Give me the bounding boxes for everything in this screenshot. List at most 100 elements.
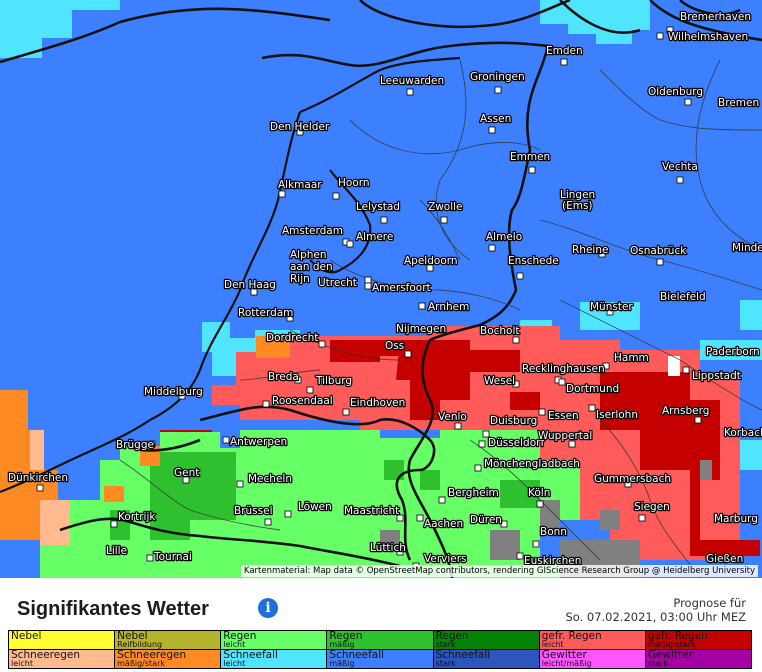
city-label-almere: Almere	[356, 231, 393, 243]
city-label-aachen: Aachen	[424, 518, 463, 530]
city-label-paderborn: Paderborn	[706, 346, 760, 358]
legend-sublabel: leicht	[541, 640, 564, 649]
city-label-emden: Emden	[546, 45, 583, 57]
weather-map[interactable]: Bremerhaven Wilhelmshaven Emden Oldenburg Br…	[0, 0, 762, 578]
city-marker-löwen	[284, 510, 292, 518]
page-title: Signifikantes Wetter	[17, 598, 209, 620]
city-marker-aachen	[416, 514, 424, 522]
city-marker-zwolle	[440, 216, 448, 224]
city-label-vechta: Vechta	[662, 161, 698, 173]
city-marker-leeuwarden	[406, 88, 414, 96]
city-marker-groningen	[494, 86, 502, 94]
city-marker-vechta	[676, 176, 684, 184]
city-label-antwerpen: Antwerpen	[230, 436, 287, 448]
city-label-siegen: Siegen	[634, 501, 670, 513]
legend-sublabel: leicht	[223, 640, 246, 649]
city-label-korbach: Korbach	[724, 427, 762, 439]
city-marker-lelystad	[380, 216, 388, 224]
city-marker-utrecht	[364, 276, 372, 284]
legend-sublabel: stark	[647, 659, 668, 668]
city-label-lille: Lille	[106, 545, 127, 557]
city-marker-alkmaar	[278, 190, 286, 198]
weather-legend: Nebel Nebel Reifbildung Regen leicht Regen…	[7, 630, 753, 669]
city-marker-brüssel	[264, 518, 272, 526]
city-label-tournai: Tournai	[153, 551, 192, 563]
legend-sublabel: leicht/mäßig	[541, 659, 592, 668]
city-label-iserlohn: Iserlohn	[596, 409, 638, 421]
city-label-middelburg: Middelburg	[144, 386, 203, 398]
city-label-alkmaar: Alkmaar	[278, 179, 322, 191]
city-label-venlo: Venlo	[438, 411, 467, 423]
city-label-almelo: Almelo	[486, 231, 522, 243]
city-marker-venlo	[454, 422, 462, 430]
city-label-arnhem: Arnhem	[428, 301, 469, 313]
city-label-bremen: Bremen	[718, 97, 759, 109]
city-label-lelystad: Lelystad	[356, 201, 400, 213]
legend-rain-moderate: Regen mäßig	[326, 630, 434, 650]
legend-sublabel: stark	[435, 659, 456, 668]
city-label-arnsberg: Arnsberg	[662, 405, 709, 417]
city-label-nijmegen: Nijmegen	[396, 323, 446, 335]
city-label-mönchengladbach: Mönchengladbach	[484, 458, 580, 470]
legend-rain-heavy: Regen stark	[432, 630, 540, 650]
legend-sleet-heavy: Schneeregen mäßig/stark	[114, 649, 222, 669]
city-label-dordrecht: Dordrecht	[266, 332, 318, 344]
city-label-lippstadt: Lippstadt	[692, 370, 741, 382]
city-label-roosendaal: Roosendaal	[272, 395, 333, 407]
city-marker-mecheln	[236, 480, 244, 488]
legend-sublabel: mäßig/stark	[117, 659, 165, 668]
legend-sublabel: stark	[435, 640, 456, 649]
city-marker-roosendaal	[262, 400, 270, 408]
city-label-brügge: Brügge	[116, 439, 154, 451]
city-label-hoorn: Hoorn	[338, 177, 370, 189]
city-marker-osnabrück	[656, 258, 664, 266]
city-label-duisburg: Duisburg	[490, 415, 537, 427]
city-marker-düsseldorf	[478, 440, 486, 448]
forecast-time: So. 07.02.2021, 03:00 Uhr MEZ	[565, 610, 746, 624]
city-label-wilhelmshaven: Wilhelmshaven	[668, 31, 748, 43]
city-label-aan-den: aan den	[290, 261, 333, 273]
legend-row-1: Nebel Nebel Reifbildung Regen leicht Regen…	[7, 630, 753, 650]
legend-sublabel: leicht	[223, 659, 246, 668]
legend-freezing-rain-heavy: gefr. Regen mäßig/stark	[644, 630, 753, 650]
legend-fog-rime: Nebel Reifbildung	[114, 630, 222, 650]
legend-fog: Nebel	[7, 630, 116, 650]
city-marker-iserlohn	[588, 404, 596, 412]
city-label-recklinghausen: Recklinghausen	[522, 363, 605, 375]
city-label-osnabrück: Osnabrück	[630, 245, 687, 257]
city-label-bergheim: Bergheim	[448, 487, 499, 499]
legend-sublabel: leicht	[11, 659, 33, 668]
city-label-mecheln: Mecheln	[248, 473, 292, 485]
city-marker-oss	[404, 350, 412, 358]
city-marker-almelo	[488, 244, 496, 252]
city-label-tilburg: Tilburg	[315, 375, 352, 387]
city-marker-dortmund	[558, 378, 566, 386]
info-icon[interactable]: i	[258, 598, 278, 618]
city-label-assen: Assen	[480, 113, 511, 125]
city-label-amersfoort: Amersfoort	[372, 282, 431, 294]
city-label-hamm: Hamm	[614, 352, 649, 364]
legend-sleet-light: Schneeregen leicht	[7, 649, 116, 669]
footer: Signifikantes Wetter i Prognose für So. …	[0, 578, 762, 672]
city-marker-dünkirchen	[36, 484, 44, 492]
city-label-den-haag: Den Haag	[224, 279, 276, 291]
map-canvas: Bremerhaven Wilhelmshaven Emden Oldenburg Br…	[0, 0, 762, 578]
city-label-amsterdam: Amsterdam	[282, 225, 343, 237]
city-label-bonn: Bonn	[540, 526, 567, 538]
city-label-leeuwarden: Leeuwarden	[380, 75, 444, 87]
city-label-breda: Breda	[268, 371, 299, 383]
city-label-kortrijk: Kortrijk	[118, 511, 156, 523]
city-label-groningen: Groningen	[470, 71, 525, 83]
legend-snow-light: Schneefall leicht	[220, 649, 328, 669]
city-label-münster: Münster	[590, 301, 633, 313]
legend-rain-light: Regen leicht	[220, 630, 328, 650]
city-marker-emden	[560, 58, 568, 66]
city-marker-kortrijk	[110, 520, 118, 528]
city-label-den-helder: Den Helder	[270, 121, 330, 133]
city-marker-essen	[538, 408, 546, 416]
city-marker-euskirchen	[516, 552, 524, 560]
city-label-oss: Oss	[385, 340, 404, 352]
city-label-gießen: Gießen	[706, 553, 743, 565]
city-label-essen: Essen	[548, 410, 579, 422]
city-label-verviers: Verviers	[424, 553, 467, 565]
